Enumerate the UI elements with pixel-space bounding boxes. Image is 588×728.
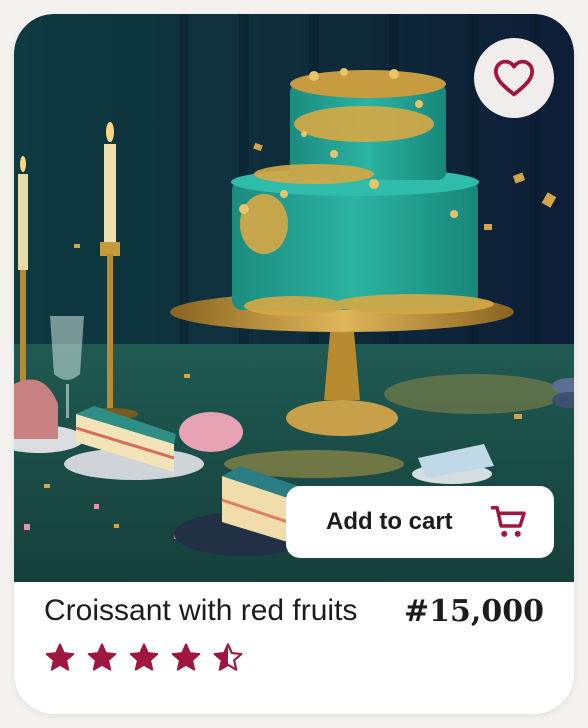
product-image: Add to cart <box>14 14 574 582</box>
add-to-cart-button[interactable]: Add to cart <box>286 486 554 558</box>
star-icon <box>171 643 201 671</box>
shopping-cart-icon <box>490 506 526 537</box>
heart-icon <box>493 59 535 97</box>
star-icon <box>45 643 75 671</box>
favorite-button[interactable] <box>474 38 554 118</box>
star-icon <box>129 643 159 671</box>
star-half-icon <box>213 643 243 671</box>
add-to-cart-label: Add to cart <box>326 508 453 535</box>
product-card[interactable]: Add to cart Croissant with red fruits #1… <box>14 14 574 714</box>
rating-stars <box>44 642 244 674</box>
product-price: #15,000 <box>404 594 544 629</box>
star-icon <box>87 643 117 671</box>
product-info: Croissant with red fruits #15,000 <box>14 582 574 714</box>
product-name: Croissant with red fruits <box>44 594 358 627</box>
